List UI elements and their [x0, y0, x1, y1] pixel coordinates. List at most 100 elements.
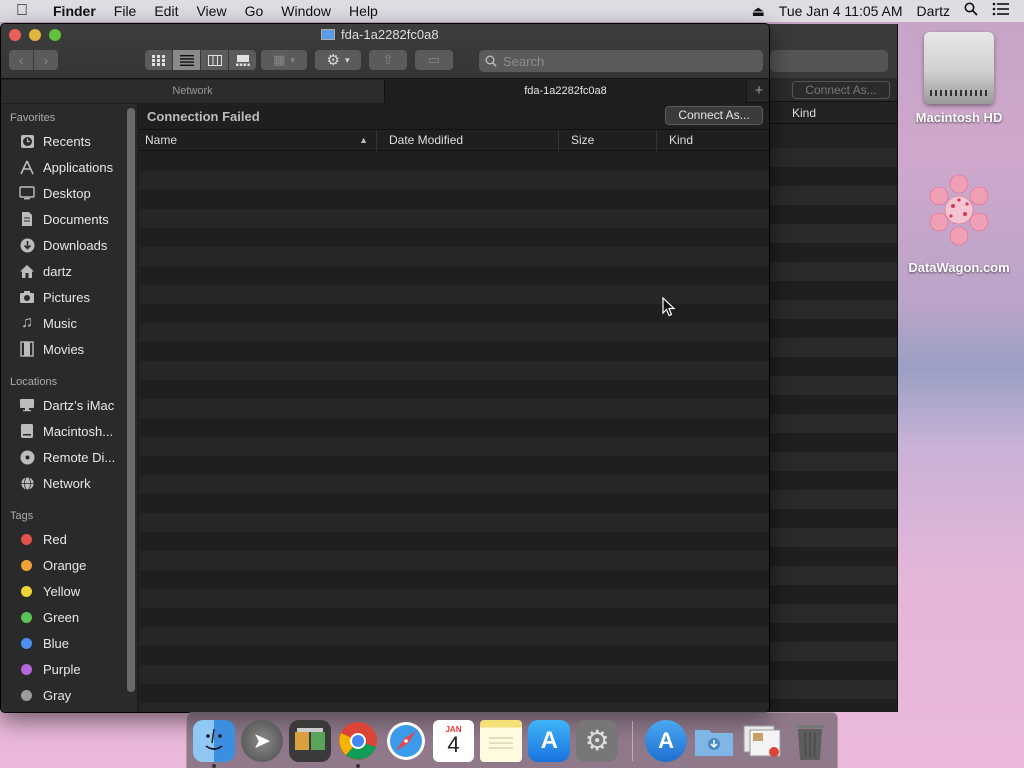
- dock-system-preferences[interactable]: ⚙: [576, 719, 619, 762]
- sidebar-tag-blue[interactable]: Blue: [1, 630, 125, 656]
- sidebar-item-desktop[interactable]: Desktop: [1, 180, 125, 206]
- monitor-icon: [321, 29, 335, 40]
- camera-icon: [18, 289, 36, 305]
- zoom-window-button[interactable]: [49, 29, 61, 41]
- column-header-date-modified[interactable]: Date Modified: [377, 130, 559, 151]
- menu-view[interactable]: View: [187, 0, 235, 22]
- sidebar-item-label: Network: [43, 475, 91, 491]
- empty-file-list[interactable]: [139, 152, 769, 712]
- back-button[interactable]: ‹: [9, 50, 33, 70]
- share-button[interactable]: ⇧: [369, 50, 407, 70]
- sidebar-item-label: Purple: [43, 661, 81, 677]
- group-by-button[interactable]: ▦ ▾: [261, 50, 307, 70]
- applications-icon: [18, 159, 36, 175]
- sidebar-item-label: Pictures: [43, 289, 90, 305]
- dock-calendar[interactable]: JAN 4: [432, 719, 475, 762]
- new-tab-plus-icon[interactable]: +: [747, 80, 769, 102]
- dock-launchpad[interactable]: ➤: [240, 719, 283, 762]
- sidebar-item-remote-disc[interactable]: Remote Di...: [1, 444, 125, 470]
- tab-network[interactable]: Network: [1, 80, 385, 103]
- sidebar-item-pictures[interactable]: Pictures: [1, 284, 125, 310]
- sidebar-tag-red[interactable]: Red: [1, 526, 125, 552]
- spotlight-search-icon[interactable]: [964, 0, 978, 22]
- minimize-window-button[interactable]: [29, 29, 41, 41]
- apple-menu-icon[interactable]: : [0, 2, 44, 20]
- dock-notes[interactable]: [480, 719, 523, 762]
- menu-window[interactable]: Window: [272, 0, 340, 22]
- downloads-folder-icon: [695, 729, 734, 756]
- sidebar-item-music[interactable]: ♫ Music: [1, 310, 125, 336]
- gallery-view-button[interactable]: [229, 50, 256, 70]
- close-window-button[interactable]: [9, 29, 21, 41]
- sidebar-item-home[interactable]: dartz: [1, 258, 125, 284]
- column-header-label: Name: [145, 133, 178, 147]
- connect-as-button[interactable]: Connect As...: [665, 106, 763, 125]
- dock-downloads-folder[interactable]: [693, 720, 735, 762]
- dock-applications-folder[interactable]: A: [645, 719, 688, 762]
- background-window-search-field: [770, 50, 888, 72]
- dock-safari[interactable]: [385, 720, 427, 762]
- search-field[interactable]: [479, 50, 763, 72]
- menu-go[interactable]: Go: [236, 0, 273, 22]
- edit-tags-button[interactable]: ▭: [415, 50, 453, 70]
- app-store-icon: A: [540, 726, 558, 754]
- menu-edit[interactable]: Edit: [145, 0, 187, 22]
- sidebar-tag-orange[interactable]: Orange: [1, 552, 125, 578]
- sidebar-item-movies[interactable]: Movies: [1, 336, 125, 362]
- sidebar-tag-gray[interactable]: Gray: [1, 682, 125, 708]
- finder-face-icon: [205, 728, 223, 750]
- forward-button[interactable]: ›: [34, 50, 58, 70]
- rocket-icon: ➤: [252, 727, 272, 753]
- hard-drive-icon: [924, 32, 994, 104]
- sidebar-item-macintosh-hd[interactable]: Macintosh...: [1, 418, 125, 444]
- connection-status-label: Connection Failed: [147, 109, 260, 124]
- menu-help[interactable]: Help: [340, 0, 387, 22]
- desktop-icon-datawagon[interactable]: DataWagon.com: [904, 170, 1014, 275]
- sidebar-scrollbar[interactable]: [125, 104, 137, 712]
- photos-stack-icon: [294, 727, 325, 750]
- sidebar-item-label: Macintosh...: [43, 423, 114, 439]
- sidebar-item-network[interactable]: Network: [1, 470, 125, 496]
- menu-user[interactable]: Dartz: [917, 0, 950, 22]
- sidebar-item-imac[interactable]: Dartz’s iMac: [1, 392, 125, 418]
- dock-finder[interactable]: [193, 719, 235, 768]
- sidebar-tag-purple[interactable]: Purple: [1, 656, 125, 682]
- column-header-name[interactable]: Name ▲: [139, 130, 377, 151]
- action-menu-button[interactable]: ⚙ ▾: [315, 50, 361, 70]
- sidebar-item-documents[interactable]: Documents: [1, 206, 125, 232]
- sidebar-tag-green[interactable]: Green: [1, 604, 125, 630]
- dock-app-store[interactable]: A: [528, 719, 571, 762]
- chrome-icon: [338, 721, 377, 760]
- compass-icon: [386, 721, 425, 760]
- dock-trash[interactable]: [789, 720, 831, 762]
- desktop-icon-macintosh-hd[interactable]: Macintosh HD: [904, 32, 1014, 125]
- menu-file[interactable]: File: [105, 0, 146, 22]
- menu-clock[interactable]: Tue Jan 4 11:05 AM: [779, 0, 903, 22]
- dock-google-chrome[interactable]: [337, 720, 379, 768]
- column-header-kind[interactable]: Kind: [657, 130, 769, 151]
- column-header-size[interactable]: Size: [559, 130, 657, 151]
- sidebar-item-applications[interactable]: Applications: [1, 154, 125, 180]
- list-view-button[interactable]: [173, 50, 200, 70]
- desktop-icon-label: Macintosh HD: [915, 110, 1003, 125]
- tab-fda-server[interactable]: fda-1a2282fc0a8: [385, 80, 747, 103]
- sidebar-tag-yellow[interactable]: Yellow: [1, 578, 125, 604]
- sidebar-item-recents[interactable]: Recents: [1, 128, 125, 154]
- icon-view-button[interactable]: [145, 50, 172, 70]
- sidebar-scrollbar-thumb[interactable]: [127, 108, 135, 692]
- dock-recent-documents-stack[interactable]: [741, 720, 783, 762]
- documents-icon: [18, 211, 36, 227]
- gear-icon: ⚙: [326, 52, 340, 69]
- menu-app-finder[interactable]: Finder: [44, 0, 105, 22]
- dock-image-capture[interactable]: [288, 719, 331, 762]
- sidebar-item-downloads[interactable]: Downloads: [1, 232, 125, 258]
- tag-icon: ▭: [427, 52, 441, 67]
- column-view-button[interactable]: [201, 50, 228, 70]
- downloads-icon: [18, 237, 36, 253]
- notification-center-icon[interactable]: [992, 0, 1010, 22]
- columns-icon: [207, 54, 222, 66]
- clock-icon: [18, 133, 36, 149]
- sidebar-item-label: Remote Di...: [43, 449, 116, 465]
- eject-icon[interactable]: ⏏: [752, 0, 765, 22]
- search-input[interactable]: [503, 53, 743, 69]
